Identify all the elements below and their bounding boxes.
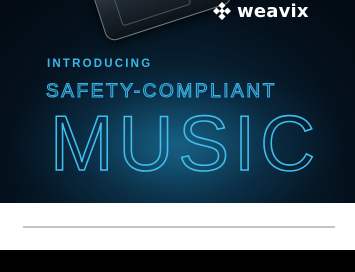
promo-banner[interactable]: weavix INTRODUCING SAFETY-COMPLIANT MUSI… bbox=[0, 0, 355, 203]
headline-label: MUSIC bbox=[50, 99, 320, 187]
device-screen bbox=[111, 0, 192, 27]
content-divider bbox=[23, 226, 335, 228]
radio-device-image bbox=[88, 0, 234, 43]
headline-text: MUSIC bbox=[49, 98, 316, 188]
footer-bar bbox=[0, 250, 355, 272]
weavix-logo-icon bbox=[213, 2, 231, 20]
brand-logo: weavix bbox=[213, 0, 309, 22]
brand-wordmark: weavix bbox=[237, 0, 309, 22]
intro-label: INTRODUCING bbox=[47, 58, 153, 70]
